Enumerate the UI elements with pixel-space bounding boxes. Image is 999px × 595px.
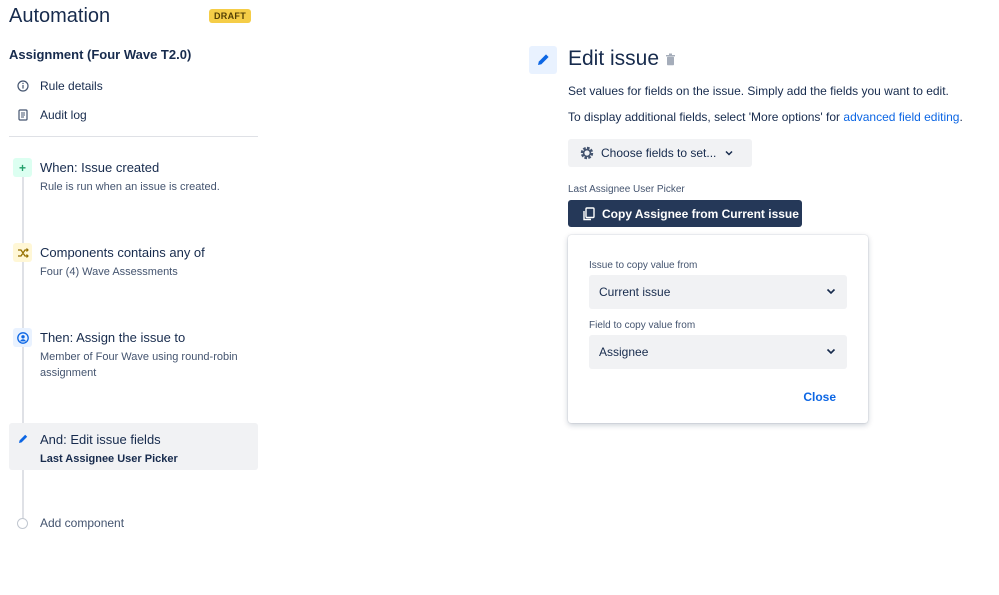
chevron-down-icon [724, 148, 734, 158]
step-description: Four (4) Wave Assessments [40, 266, 178, 278]
step-title: Then: Assign the issue to [40, 330, 186, 345]
panel-hint: To display additional fields, select 'Mo… [568, 110, 963, 124]
copy-icon [582, 206, 596, 221]
circle-icon [17, 517, 28, 529]
copy-value-label: Copy Assignee from Current issue [602, 206, 799, 221]
issue-source-select[interactable]: Current issue [589, 275, 847, 309]
shuffle-icon [13, 243, 32, 262]
document-icon [17, 109, 29, 121]
copy-value-popup: Issue to copy value from Current issue F… [568, 235, 868, 423]
add-component-label: Add component [40, 516, 125, 530]
rule-name: Assignment (Four Wave T2.0) [9, 47, 192, 62]
choose-fields-button[interactable]: Choose fields to set... [568, 139, 752, 167]
user-icon [13, 328, 32, 347]
add-component-button[interactable]: Add component [17, 516, 124, 530]
field-label: Last Assignee User Picker [568, 184, 685, 195]
panel-hint-prefix: To display additional fields, select 'Mo… [568, 110, 844, 124]
chevron-down-icon [825, 345, 837, 360]
copy-value-button[interactable]: Copy Assignee from Current issue [568, 200, 802, 227]
panel-hint-suffix: . [959, 110, 963, 124]
issue-source-value: Current issue [599, 285, 671, 299]
chevron-down-icon [825, 285, 837, 300]
rule-details-link[interactable]: Rule details [17, 79, 103, 93]
app-title: Automation [9, 5, 111, 27]
panel-title: Edit issue [568, 47, 676, 71]
pencil-icon [13, 429, 32, 448]
advanced-field-editing-link[interactable]: advanced field editing [843, 110, 959, 124]
plus-icon: + [13, 158, 32, 177]
step-trigger[interactable]: + When: Issue created Rule is run when a… [9, 156, 258, 200]
pencil-icon [529, 46, 557, 74]
field-source-label: Field to copy value from [589, 320, 696, 331]
field-source-value: Assignee [599, 345, 649, 359]
close-button[interactable]: Close [803, 390, 836, 404]
rule-details-label: Rule details [40, 79, 103, 93]
audit-log-link[interactable]: Audit log [17, 108, 87, 122]
step-description: Last Assignee User Picker [40, 453, 178, 465]
gear-icon [579, 145, 595, 161]
step-description: Member of Four Wave using round-robin as… [40, 351, 238, 379]
step-title: And: Edit issue fields [40, 432, 161, 447]
sidebar-divider [9, 136, 258, 137]
step-action-edit[interactable]: And: Edit issue fields Last Assignee Use… [9, 423, 258, 470]
step-title: Components contains any of [40, 245, 205, 260]
step-action-assign[interactable]: Then: Assign the issue to Member of Four… [9, 326, 258, 386]
trash-icon[interactable] [665, 53, 676, 66]
audit-log-label: Audit log [40, 108, 87, 122]
issue-source-label: Issue to copy value from [589, 260, 698, 271]
field-source-select[interactable]: Assignee [589, 335, 847, 369]
step-description: Rule is run when an issue is created. [40, 181, 220, 193]
step-title: When: Issue created [40, 160, 160, 175]
choose-fields-label: Choose fields to set... [601, 146, 717, 160]
panel-description: Set values for fields on the issue. Simp… [568, 84, 949, 98]
step-condition[interactable]: Components contains any of Four (4) Wave… [9, 242, 258, 286]
draft-badge: DRAFT [209, 9, 251, 23]
panel-title-text: Edit issue [568, 47, 660, 70]
info-icon [17, 80, 29, 92]
